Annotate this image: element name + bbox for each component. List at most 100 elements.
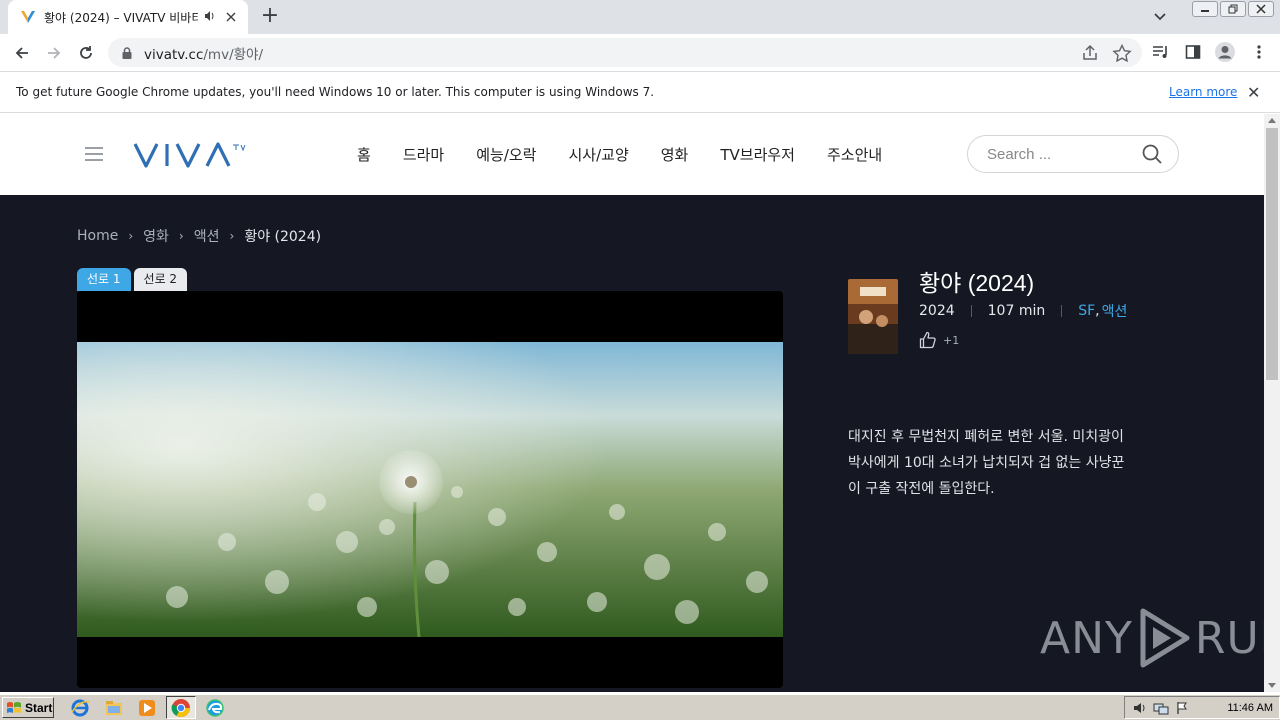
url-host: vivatv.cc bbox=[144, 46, 204, 63]
chrome-icon bbox=[171, 699, 190, 718]
breadcrumb-action[interactable]: 액션 bbox=[194, 226, 220, 246]
chrome-taskbar-button[interactable] bbox=[166, 696, 196, 719]
browser-tab[interactable]: 황야 (2024) – VIVATV 비바티비 bbox=[8, 0, 248, 34]
video-player[interactable] bbox=[77, 291, 783, 688]
nav-documentary[interactable]: 시사/교양 bbox=[568, 144, 628, 165]
scroll-up-arrow-icon[interactable] bbox=[1268, 118, 1276, 123]
site-header: 홈 드라마 예능/오락 시사/교양 영화 TV브라우저 주소안내 bbox=[0, 114, 1264, 195]
profile-button[interactable] bbox=[1214, 41, 1236, 63]
watermark-text-left: ANY bbox=[1040, 612, 1133, 664]
nav-home[interactable]: 홈 bbox=[357, 144, 371, 165]
watermark-text-right: RUN bbox=[1194, 612, 1264, 664]
main-navigation: 홈 드라마 예능/오락 시사/교양 영화 TV브라우저 주소안내 bbox=[357, 144, 882, 165]
tab-close-icon[interactable] bbox=[222, 8, 240, 26]
breadcrumb-chevron-icon: › bbox=[229, 229, 235, 243]
update-infobar: To get future Google Chrome updates, you… bbox=[0, 71, 1280, 113]
anyrun-watermark: ANY RUN bbox=[1040, 607, 1264, 669]
bookmark-star-icon[interactable] bbox=[1112, 44, 1132, 62]
volume-icon[interactable] bbox=[1133, 701, 1147, 715]
server-tabs: 선로 1 선로 2 bbox=[77, 268, 188, 291]
url-text[interactable]: vivatv.cc/mv/황야/ bbox=[144, 43, 263, 63]
server-tab-1[interactable]: 선로 1 bbox=[77, 268, 131, 291]
forward-button[interactable] bbox=[41, 40, 67, 66]
internet-explorer-icon[interactable] bbox=[70, 698, 90, 718]
movie-runtime: 107 min bbox=[987, 303, 1046, 319]
media-queue-icon bbox=[1153, 46, 1167, 58]
reload-button[interactable] bbox=[73, 40, 99, 66]
genre-link-sf[interactable]: SF bbox=[1078, 303, 1095, 319]
chrome-menu-button[interactable] bbox=[1248, 41, 1270, 63]
movie-title: 황야 (2024) bbox=[919, 270, 1035, 296]
viva-logo[interactable] bbox=[133, 141, 259, 169]
profile-avatar-icon bbox=[1215, 42, 1235, 62]
thumbs-up-icon bbox=[919, 331, 936, 349]
nav-variety[interactable]: 예능/오락 bbox=[476, 144, 536, 165]
back-arrow-icon bbox=[15, 47, 28, 59]
taskbar-clock[interactable]: 11:46 AM bbox=[1227, 702, 1273, 714]
learn-more-link[interactable]: Learn more bbox=[1169, 85, 1237, 99]
genre-link-action[interactable]: 액션 bbox=[1102, 301, 1128, 321]
windows-flag-icon bbox=[7, 701, 21, 713]
like-button[interactable]: +1 bbox=[919, 331, 959, 349]
address-bar[interactable]: vivatv.cc/mv/황야/ bbox=[108, 38, 1142, 67]
meta-divider bbox=[970, 305, 972, 317]
breadcrumb-chevron-icon: › bbox=[178, 229, 184, 243]
network-icon[interactable] bbox=[1153, 701, 1169, 715]
action-center-flag-icon[interactable] bbox=[1175, 701, 1189, 715]
tab-title: 황야 (2024) – VIVATV 비바티비 bbox=[44, 10, 198, 25]
scroll-down-arrow-icon[interactable] bbox=[1268, 683, 1276, 688]
nav-drama[interactable]: 드라마 bbox=[403, 144, 444, 165]
breadcrumb-home[interactable]: Home bbox=[77, 228, 118, 244]
genre-separator: , bbox=[1095, 303, 1100, 319]
movie-poster[interactable] bbox=[848, 279, 898, 354]
page-scrollbar[interactable] bbox=[1264, 114, 1280, 692]
media-player-icon[interactable] bbox=[137, 698, 157, 718]
movie-synopsis: 대지진 후 무법천지 폐허로 변한 서울. 미치광이 박사에게 10대 소녀가 … bbox=[848, 429, 1125, 497]
server-tab-2[interactable]: 선로 2 bbox=[133, 268, 188, 291]
system-tray: 11:46 AM bbox=[1124, 696, 1280, 719]
tab-audio-icon[interactable] bbox=[204, 10, 216, 25]
tab-strip: 황야 (2024) – VIVATV 비바티비 + bbox=[0, 0, 1280, 34]
restore-button[interactable] bbox=[1220, 1, 1246, 17]
kebab-menu-icon bbox=[1257, 45, 1261, 59]
window-controls bbox=[1192, 1, 1274, 17]
windows-taskbar: Start 11:46 AM bbox=[0, 694, 1280, 720]
site-search bbox=[967, 135, 1179, 173]
close-window-button[interactable] bbox=[1248, 1, 1274, 17]
url-path: /mv/황야/ bbox=[203, 46, 263, 63]
infobar-close-icon[interactable]: ✕ bbox=[1247, 83, 1260, 102]
media-control-button[interactable] bbox=[1150, 41, 1172, 63]
reload-icon bbox=[80, 46, 92, 59]
nav-address-info[interactable]: 주소안내 bbox=[827, 144, 882, 165]
search-input[interactable] bbox=[987, 145, 1137, 163]
play-triangle-icon bbox=[1140, 608, 1190, 668]
infobar-message: To get future Google Chrome updates, you… bbox=[16, 85, 655, 99]
breadcrumb-movie[interactable]: 영화 bbox=[143, 226, 169, 246]
side-panel-button[interactable] bbox=[1182, 41, 1204, 63]
browser-toolbar: vivatv.cc/mv/황야/ bbox=[0, 34, 1280, 71]
minimize-button[interactable] bbox=[1192, 1, 1218, 17]
scrollbar-thumb[interactable] bbox=[1266, 128, 1278, 380]
movie-meta: 2024 107 min SF, 액션 bbox=[919, 301, 1127, 321]
share-icon[interactable] bbox=[1080, 44, 1100, 62]
lock-icon[interactable] bbox=[120, 46, 134, 60]
back-button[interactable] bbox=[9, 40, 35, 66]
edge-icon[interactable] bbox=[205, 698, 225, 718]
nav-tv-browser[interactable]: TV브라우저 bbox=[720, 144, 795, 165]
hamburger-menu-icon[interactable] bbox=[85, 147, 103, 161]
meta-divider bbox=[1061, 305, 1063, 317]
breadcrumb-chevron-icon: › bbox=[128, 229, 134, 243]
tab-search-chevron-icon[interactable] bbox=[1150, 8, 1170, 26]
breadcrumb: Home › 영화 › 액션 › 황야 (2024) bbox=[77, 226, 321, 246]
video-frame-dandelion[interactable] bbox=[77, 342, 783, 637]
file-explorer-icon[interactable] bbox=[104, 698, 124, 718]
start-button[interactable]: Start bbox=[2, 697, 54, 718]
breadcrumb-current: 황야 (2024) bbox=[244, 229, 322, 245]
search-icon[interactable] bbox=[1142, 144, 1162, 164]
viva-favicon-icon bbox=[21, 11, 35, 23]
start-label: Start bbox=[25, 700, 53, 715]
nav-movie[interactable]: 영화 bbox=[661, 144, 689, 165]
new-tab-button[interactable]: + bbox=[258, 5, 282, 29]
web-page: 홈 드라마 예능/오락 시사/교양 영화 TV브라우저 주소안내 Home › … bbox=[0, 114, 1264, 692]
side-panel-icon bbox=[1185, 45, 1201, 59]
